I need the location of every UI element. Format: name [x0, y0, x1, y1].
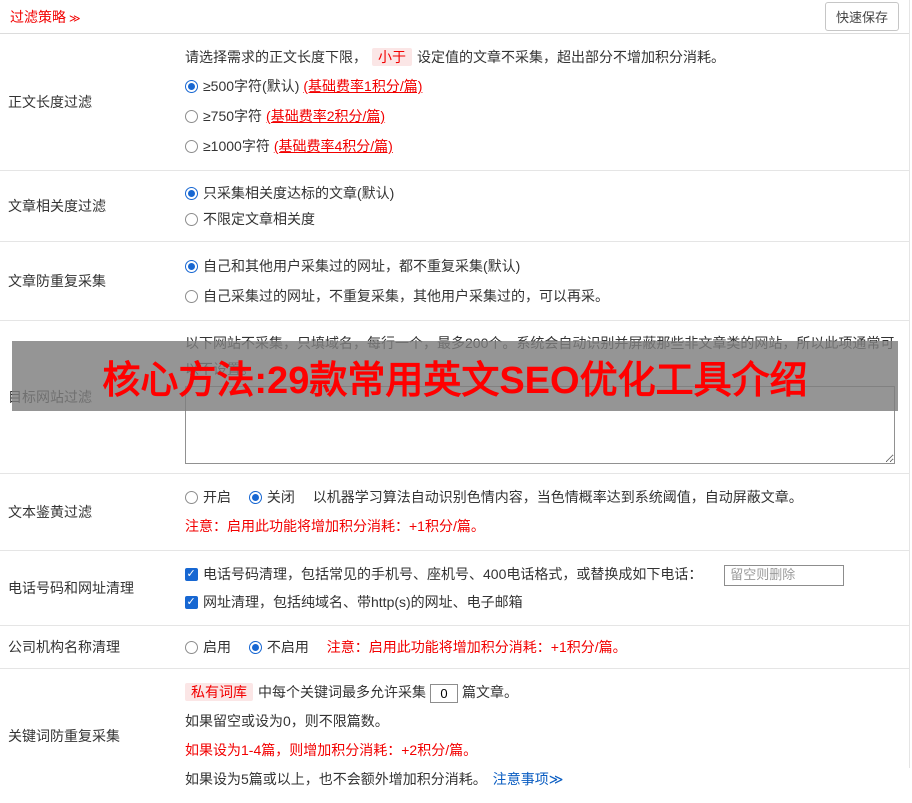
watermark-banner: 核心方法:29款常用英文SEO优化工具介绍 — [12, 341, 898, 411]
row-label: 文章相关度过滤 — [8, 198, 106, 214]
row-label: 文本鉴黄过滤 — [8, 504, 92, 520]
keyword-note-3: 如果设为5篇或以上，也不会额外增加积分消耗。 注意事项≫ — [185, 765, 895, 794]
porn-option-on[interactable]: 开启 — [185, 489, 235, 505]
limit-text-post: 篇文章。 — [462, 684, 518, 700]
porn-filter-desc: 以机器学习算法自动识别色情内容，当色情概率达到系统阈值，自动屏蔽文章。 — [312, 489, 803, 505]
row-label: 电话号码和网址清理 — [8, 580, 134, 596]
company-clean-line: 启用 不启用 注意：启用此功能将增加积分消耗：+1积分/篇。 — [185, 635, 895, 659]
checkbox-checked-icon — [185, 596, 198, 609]
option-label: 只采集相关度达标的文章(默认) — [203, 185, 395, 201]
option-label: 启用 — [203, 639, 231, 655]
watermark-text: 核心方法:29款常用英文SEO优化工具介绍 — [102, 359, 808, 402]
row-content: 私有词库中每个关键词最多允许采集 篇文章。 如果留空或设为0，则不限篇数。 如果设… — [178, 669, 909, 803]
row-length-filter: 正文长度过滤 请选择需求的正文长度下限， 小于 设定值的文章不采集，超出部分不增加积… — [0, 34, 909, 171]
porn-filter-note: 注意：启用此功能将增加积分消耗：+1积分/篇。 — [185, 518, 485, 534]
dedup-option-self[interactable]: 自己采集过的网址，不重复采集，其他用户采集过的，可以再采。 — [185, 281, 895, 311]
replacement-phone-input[interactable] — [724, 564, 845, 586]
chevron-down-icon: ≫ — [69, 12, 81, 25]
filter-settings-page: 过滤策略 ≫ 快速保存 正文长度过滤 请选择需求的正文长度下限， 小于 设定值的文章不… — [0, 0, 910, 787]
radio-icon — [185, 491, 198, 504]
intro-highlight: 小于 — [372, 48, 412, 66]
keyword-limit-line: 私有词库中每个关键词最多允许采集 篇文章。 — [185, 678, 895, 707]
keyword-note-1: 如果留空或设为0，则不限篇数。 — [185, 713, 389, 729]
keyword-limit-input[interactable] — [430, 683, 458, 703]
radio-icon — [185, 290, 198, 303]
option-label: ≥1000字符 — [203, 138, 270, 154]
relevance-option-any[interactable]: 不限定文章相关度 — [185, 206, 895, 232]
porn-filter-options: 开启 关闭 以机器学习算法自动识别色情内容，当色情概率达到系统阈值，自动屏蔽文章… — [185, 483, 895, 511]
radio-icon — [185, 641, 198, 654]
option-label: 不启用 — [266, 639, 309, 655]
row-label: 公司机构名称清理 — [8, 639, 120, 655]
radio-checked-icon — [248, 641, 262, 654]
option-fee: (基础费率2积分/篇) — [266, 108, 386, 124]
notes-link[interactable]: 注意事项≫ — [493, 771, 564, 787]
option-label: 关闭 — [266, 489, 295, 505]
row-porn-filter: 文本鉴黄过滤 开启 关闭 以机器学习算法自动识别色情内容，当色情概率达到系统阈值… — [0, 474, 909, 551]
row-content: 请选择需求的正文长度下限， 小于 设定值的文章不采集，超出部分不增加积分消耗。 ≥5… — [178, 34, 909, 170]
row-content: 启用 不启用 注意：启用此功能将增加积分消耗：+1积分/篇。 — [178, 626, 909, 668]
url-clean-checkbox[interactable]: 网址清理，包括纯域名、带http(s)的网址、电子邮箱 — [185, 594, 523, 610]
radio-icon — [185, 213, 198, 226]
url-clean-line: 网址清理，包括纯域名、带http(s)的网址、电子邮箱 — [185, 588, 895, 616]
radio-icon — [185, 110, 198, 123]
row-content: 开启 关闭 以机器学习算法自动识别色情内容，当色情概率达到系统阈值，自动屏蔽文章… — [178, 474, 909, 550]
radio-checked-icon — [185, 80, 198, 93]
option-label: 不限定文章相关度 — [203, 211, 315, 227]
company-clean-note: 注意：启用此功能将增加积分消耗：+1积分/篇。 — [326, 639, 627, 655]
dedup-option-global[interactable]: 自己和其他用户采集过的网址，都不重复采集(默认) — [185, 251, 895, 281]
porn-option-off[interactable]: 关闭 — [248, 489, 299, 505]
radio-checked-icon — [185, 187, 198, 200]
limit-text: 中每个关键词最多允许采集 — [258, 684, 426, 700]
row-content: 自己和其他用户采集过的网址，都不重复采集(默认) 自己采集过的网址，不重复采集，… — [178, 242, 909, 320]
intro-post: 设定值的文章不采集，超出部分不增加积分消耗。 — [417, 49, 725, 65]
page-header: 过滤策略 ≫ 快速保存 — [0, 0, 909, 34]
length-filter-intro: 请选择需求的正文长度下限， 小于 设定值的文章不采集，超出部分不增加积分消耗。 — [185, 43, 895, 71]
row-label: 文章防重复采集 — [8, 273, 106, 289]
intro-pre: 请选择需求的正文长度下限， — [185, 49, 367, 65]
company-option-on[interactable]: 启用 — [185, 639, 235, 655]
option-label: ≥500字符(默认) — [203, 78, 300, 94]
option-fee: (基础费率4积分/篇) — [273, 138, 393, 154]
row-label: 关键词防重复采集 — [8, 728, 120, 744]
option-label: 自己和其他用户采集过的网址，都不重复采集(默认) — [203, 258, 521, 274]
row-content: 只采集相关度达标的文章(默认) 不限定文章相关度 — [178, 171, 909, 241]
company-option-off[interactable]: 不启用 — [248, 639, 313, 655]
row-dedup-collect: 文章防重复采集 自己和其他用户采集过的网址，都不重复采集(默认) 自己采集过的网… — [0, 242, 909, 321]
radio-checked-icon — [185, 260, 198, 273]
row-relevance-filter: 文章相关度过滤 只采集相关度达标的文章(默认) 不限定文章相关度 — [0, 171, 909, 242]
row-company-clean: 公司机构名称清理 启用 不启用 注意：启用此功能将增加积分消耗：+1积分/篇。 — [0, 626, 909, 669]
row-label: 正文长度过滤 — [8, 94, 92, 110]
checkbox-checked-icon — [185, 568, 198, 581]
row-phone-url-clean: 电话号码和网址清理 电话号码清理，包括常见的手机号、座机号、400电话格式，或替… — [0, 551, 909, 626]
length-option-1000[interactable]: ≥1000字符 (基础费率4积分/篇) — [185, 131, 895, 161]
page-title-label: 过滤策略 — [10, 8, 66, 25]
option-label: ≥750字符 — [203, 108, 263, 124]
keyword-note-2: 如果设为1-4篇，则增加积分消耗：+2积分/篇。 — [185, 742, 478, 758]
quick-save-button[interactable]: 快速保存 — [824, 2, 899, 31]
option-label: 自己采集过的网址，不重复采集，其他用户采集过的，可以再采。 — [203, 288, 609, 304]
option-label: 开启 — [203, 489, 231, 505]
checkbox-label: 电话号码清理，包括常见的手机号、座机号、400电话格式，或替换成如下电话： — [203, 566, 703, 582]
relevance-option-strict[interactable]: 只采集相关度达标的文章(默认) — [185, 180, 895, 206]
length-option-500[interactable]: ≥500字符(默认) (基础费率1积分/篇) — [185, 71, 895, 101]
keyword-note-3-text: 如果设为5篇或以上，也不会额外增加积分消耗。 — [185, 771, 487, 787]
option-fee: (基础费率1积分/篇) — [303, 78, 423, 94]
length-option-750[interactable]: ≥750字符 (基础费率2积分/篇) — [185, 101, 895, 131]
radio-checked-icon — [248, 491, 262, 504]
row-content: 电话号码清理，包括常见的手机号、座机号、400电话格式，或替换成如下电话： 网址… — [178, 551, 909, 625]
private-lexicon-link[interactable]: 私有词库 — [185, 683, 253, 701]
radio-icon — [185, 140, 198, 153]
phone-clean-checkbox[interactable]: 电话号码清理，包括常见的手机号、座机号、400电话格式，或替换成如下电话： — [185, 566, 706, 582]
row-keyword-dedup: 关键词防重复采集 私有词库中每个关键词最多允许采集 篇文章。 如果留空或设为0，则… — [0, 669, 909, 803]
phone-clean-line: 电话号码清理，包括常见的手机号、座机号、400电话格式，或替换成如下电话： — [185, 560, 895, 588]
page-title[interactable]: 过滤策略 ≫ — [10, 7, 81, 27]
checkbox-label: 网址清理，包括纯域名、带http(s)的网址、电子邮箱 — [203, 594, 523, 610]
